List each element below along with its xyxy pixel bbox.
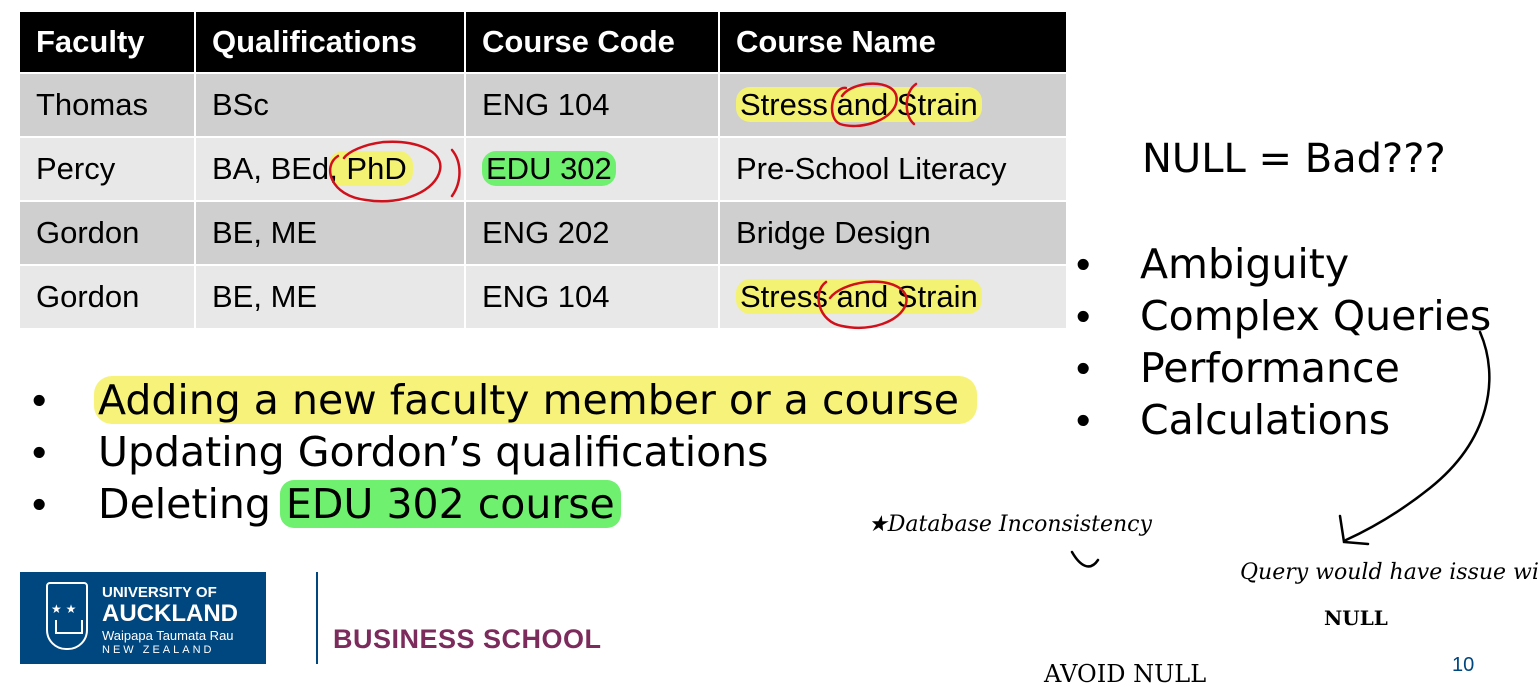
cell-faculty: Gordon — [18, 200, 196, 266]
book-icon — [55, 620, 83, 634]
bullet-delete-anomaly: Deleting EDU 302 course — [20, 478, 977, 530]
bullet-insert-anomaly: Adding a new faculty member or a course — [20, 374, 978, 426]
arrow-head — [1338, 514, 1370, 546]
qual-plain: BA, BEd — [212, 151, 330, 186]
cell-faculty: Thomas — [18, 72, 196, 138]
anomaly-bullet-list: Adding a new faculty member or a course … — [20, 374, 978, 530]
stars-icon: ★ ★ — [51, 602, 77, 616]
cell-qualifications: BA, BEd, PhD — [194, 136, 466, 202]
university-logo: ★ ★ UNIVERSITY OF AUCKLAND Waipapa Tauma… — [20, 572, 266, 664]
header-qualifications: Qualifications — [194, 10, 466, 74]
highlight-phd: , PhD — [329, 151, 413, 186]
highlight-course-name: Stress and Strain — [736, 87, 982, 122]
logo-text-line1: UNIVERSITY OF — [102, 584, 217, 601]
cell-faculty: Gordon — [18, 264, 196, 330]
shield-crest-icon: ★ ★ — [46, 582, 88, 650]
highlight-course-name: Stress and Strain — [736, 279, 982, 314]
faculty-course-table: Faculty Qualifications Course Code Cours… — [18, 10, 1068, 330]
cell-course-code: EDU 302 — [464, 136, 720, 202]
school-name: BUSINESS SCHOOL — [333, 624, 602, 654]
table-header-row: Faculty Qualifications Course Code Cours… — [18, 10, 1068, 74]
highlight-insert-anomaly: Adding a new faculty member or a course — [94, 376, 978, 424]
cell-course-name: Bridge Design — [718, 200, 1068, 266]
list-item: Calculations — [1064, 394, 1491, 446]
null-issues-list: Ambiguity Complex Queries Performance Ca… — [1064, 238, 1491, 446]
cell-course-name: Stress and Strain — [718, 264, 1068, 330]
header-faculty: Faculty — [18, 10, 196, 74]
cell-faculty: Percy — [18, 136, 196, 202]
logo-text-line3: Waipapa Taumata Rau — [102, 628, 234, 643]
page-number: 10 — [1452, 654, 1475, 676]
cell-course-code: ENG 104 — [464, 264, 720, 330]
table-row: Percy BA, BEd, PhD EDU 302 Pre-School Li… — [18, 136, 1068, 202]
list-item: Ambiguity — [1064, 238, 1491, 290]
underline-curve-db — [1070, 550, 1100, 568]
list-item: Complex Queries — [1064, 290, 1491, 342]
null-title: NULL = Bad??? — [1142, 136, 1446, 182]
handwritten-avoid-null: AVOID NULL — [1044, 660, 1207, 688]
header-course-name: Course Name — [718, 10, 1068, 74]
cell-course-name: Stress and Strain — [718, 72, 1068, 138]
highlight-delete-course: EDU 302 course — [279, 480, 621, 528]
cell-qualifications: BE, ME — [194, 200, 466, 266]
cell-course-code: ENG 202 — [464, 200, 720, 266]
handwritten-db-inconsistency: ★Database Inconsistency — [868, 512, 1152, 537]
header-course-code: Course Code — [464, 10, 720, 74]
footer-divider — [316, 572, 318, 664]
cell-qualifications: BE, ME — [194, 264, 466, 330]
bullet-update-anomaly: Updating Gordon’s qualifications — [20, 426, 977, 478]
logo-text-line2: AUCKLAND — [102, 600, 238, 627]
delete-prefix: Deleting — [98, 480, 284, 528]
logo-text-line4: NEW ZEALAND — [102, 644, 215, 656]
table-row: Gordon BE, ME ENG 202 Bridge Design — [18, 200, 1068, 266]
table-row: Gordon BE, ME ENG 104 Stress and Strain — [18, 264, 1068, 330]
cell-course-code: ENG 104 — [464, 72, 720, 138]
handwritten-query-issue: Query would have issue with — [1240, 560, 1538, 585]
cell-qualifications: BSc — [194, 72, 466, 138]
cell-course-name: Pre-School Literacy — [718, 136, 1068, 202]
highlight-course-code: EDU 302 — [482, 151, 616, 186]
handwritten-null: NULL — [1324, 606, 1388, 630]
list-item: Performance — [1064, 342, 1491, 394]
table-row: Thomas BSc ENG 104 Stress and Strain — [18, 72, 1068, 138]
